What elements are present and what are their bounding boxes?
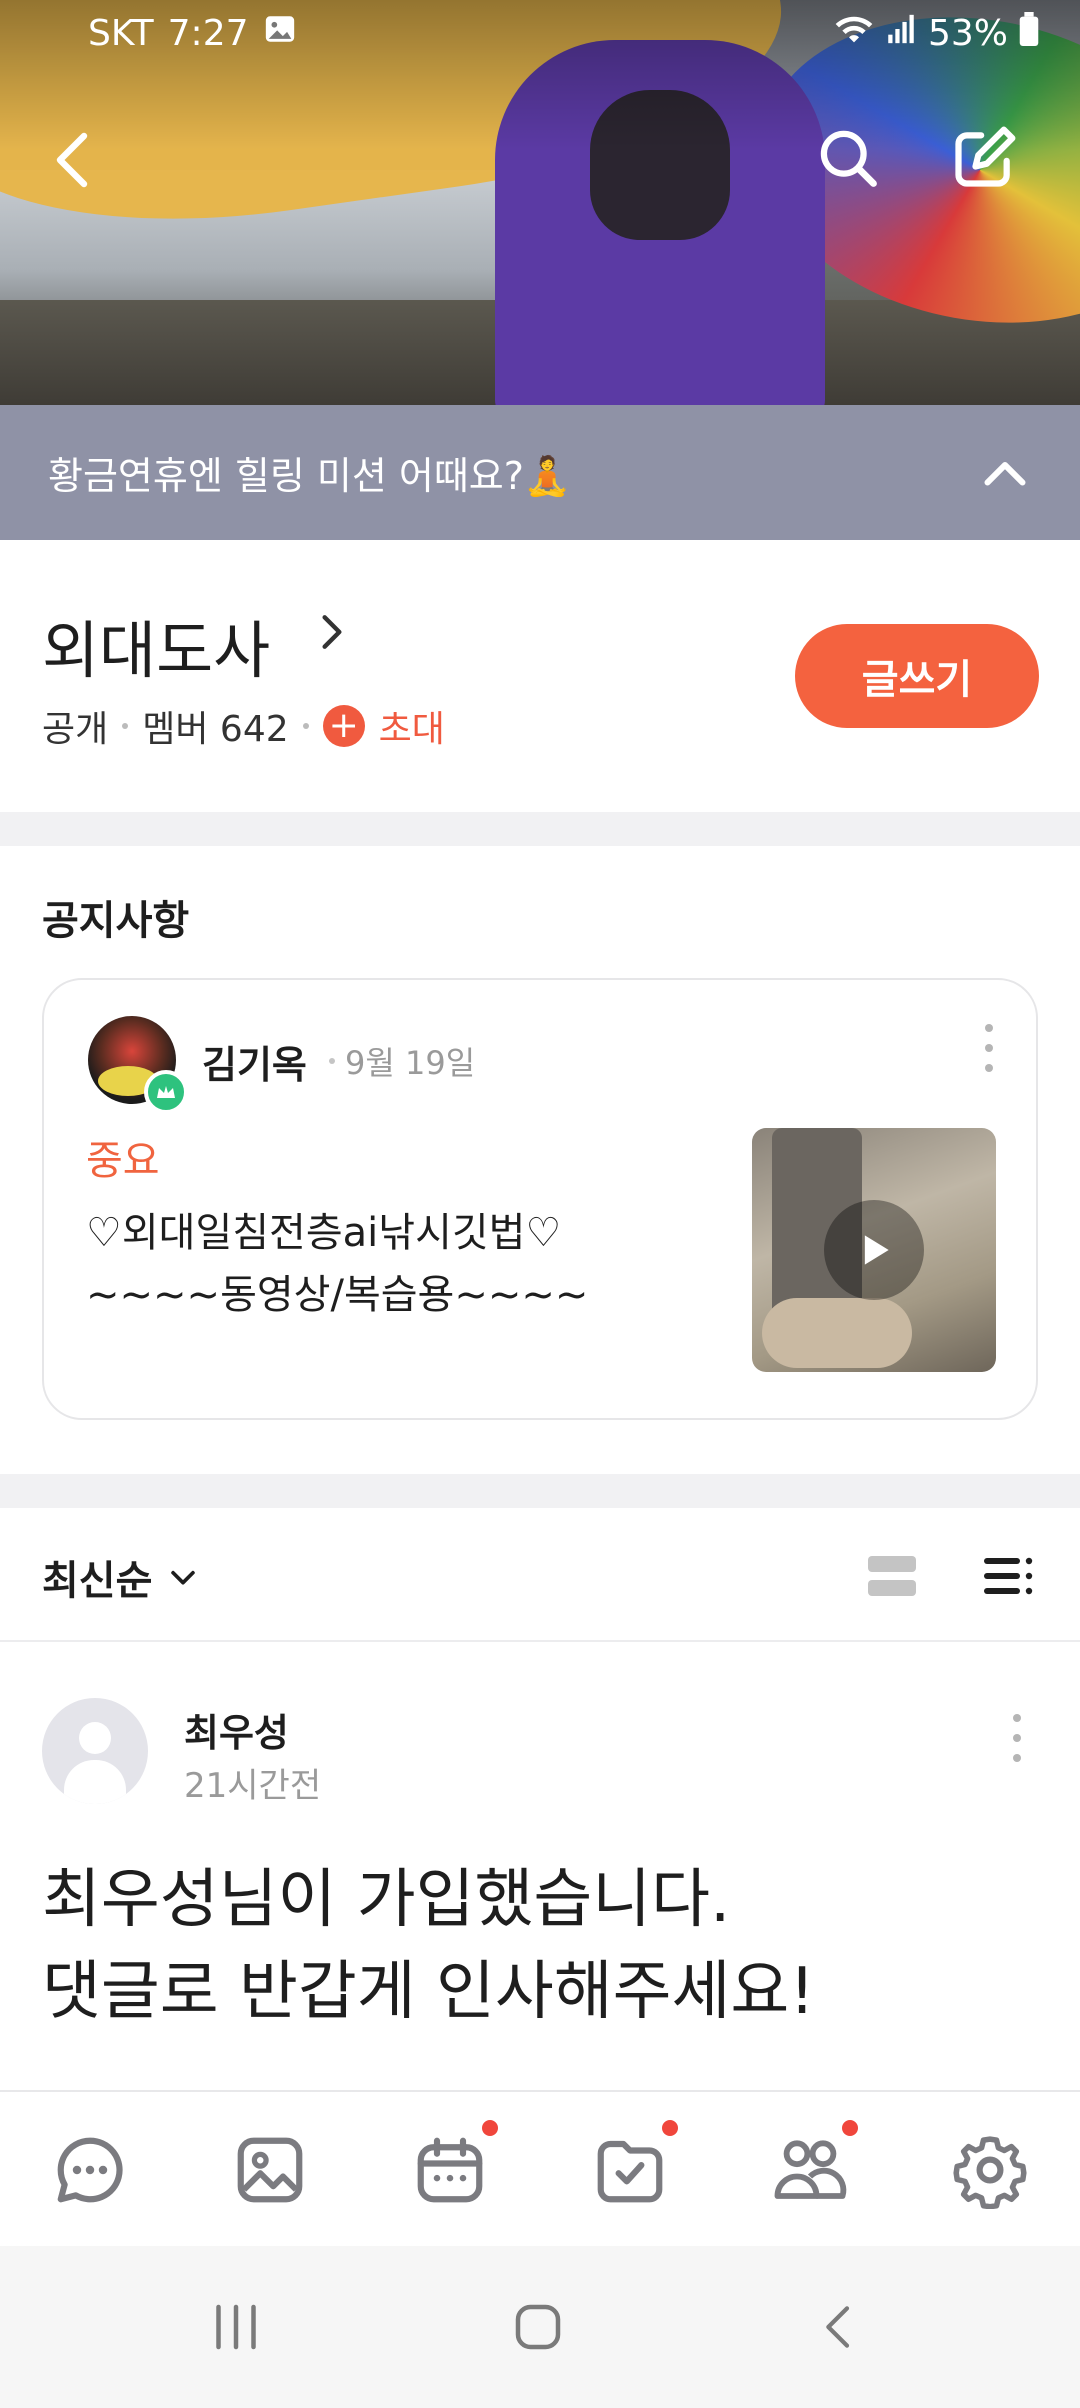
chevron-down-icon — [171, 1570, 196, 1585]
avatar[interactable] — [42, 1698, 148, 1804]
home-icon[interactable] — [498, 2292, 578, 2362]
tab-chat[interactable] — [48, 2128, 132, 2212]
section-divider — [0, 812, 1080, 846]
video-thumbnail[interactable] — [752, 1128, 996, 1372]
back-nav-icon[interactable] — [800, 2292, 880, 2362]
post-body-line1[interactable]: 최우성님이 가입했습니다. — [42, 1848, 730, 1940]
wifi-icon — [834, 12, 874, 55]
tab-members[interactable] — [768, 2120, 858, 2212]
chevron-up-icon[interactable] — [975, 445, 1035, 505]
system-nav-bar — [0, 2246, 1080, 2408]
settings-icon — [953, 2136, 1027, 2209]
battery-icon — [1018, 12, 1040, 55]
invite-link[interactable]: 초대 — [379, 700, 445, 752]
search-button[interactable] — [808, 118, 888, 198]
notice-section-title: 공지사항 — [42, 898, 190, 944]
crown-icon — [144, 1070, 188, 1114]
image-notification-icon — [263, 12, 297, 55]
status-bar: SKT 7:27 53% — [0, 0, 1080, 70]
signal-icon — [884, 12, 918, 55]
members-icon — [774, 2140, 847, 2199]
battery-percent: 53% — [927, 13, 1008, 54]
notification-badge — [842, 2120, 858, 2136]
post-author[interactable]: 최우성 — [184, 1702, 289, 1757]
post-body-line2[interactable]: 댓글로 반갑게 인사해주세요! — [42, 1940, 815, 2032]
more-options-icon[interactable] — [1002, 1708, 1032, 1768]
chat-icon — [57, 2137, 123, 2203]
clock: 7:27 — [167, 13, 249, 54]
sort-label: 최신순 — [42, 1558, 153, 1604]
cafe-meta: 공개 멤버 642 + 초대 — [42, 700, 445, 752]
play-icon[interactable] — [824, 1200, 924, 1300]
more-options-icon[interactable] — [974, 1018, 1004, 1078]
back-button[interactable] — [32, 120, 112, 200]
recent-apps-icon[interactable] — [196, 2292, 276, 2362]
separator-dot — [122, 723, 129, 729]
bottom-tab-bar — [0, 2090, 1080, 2246]
todo-icon — [597, 2140, 663, 2203]
notice-date-wrap: 9월 19일 — [329, 1038, 475, 1084]
tab-todo[interactable] — [588, 2120, 678, 2212]
tab-calendar[interactable] — [408, 2120, 498, 2212]
notice-title-line2[interactable]: ~~~~동영상/복습용~~~~ — [86, 1262, 588, 1320]
sort-dropdown[interactable]: 최신순 — [42, 1548, 200, 1606]
notice-author[interactable]: 김기옥 — [202, 1034, 307, 1089]
app-screen: SKT 7:27 53% 황금연휴엔 힐링 미션 어때요?� — [0, 0, 1080, 2408]
gallery-icon — [237, 2137, 303, 2203]
separator-dot — [302, 723, 309, 729]
notice-card[interactable]: 김기옥 9월 19일 중요 ♡외대일침전층ai낚시깃법♡ ~~~~동영상/복습용… — [42, 978, 1038, 1420]
tab-settings[interactable] — [948, 2128, 1032, 2212]
chevron-right-icon[interactable] — [310, 610, 354, 654]
edit-button[interactable] — [944, 118, 1024, 198]
notice-title-line1[interactable]: ♡외대일침전층ai낚시깃법♡ — [86, 1200, 561, 1258]
calendar-icon — [417, 2137, 483, 2203]
promo-banner[interactable]: 황금연휴엔 힐링 미션 어때요?🧘 — [0, 405, 1080, 540]
notification-badge — [482, 2120, 498, 2136]
carrier-label: SKT — [88, 13, 154, 54]
separator-dot — [329, 1058, 335, 1064]
divider-line — [0, 1640, 1080, 1642]
card-view-icon[interactable] — [862, 1546, 922, 1606]
list-view-icon[interactable] — [978, 1546, 1038, 1606]
tab-gallery[interactable] — [228, 2128, 312, 2212]
notification-badge — [662, 2120, 678, 2136]
section-divider — [0, 1474, 1080, 1508]
notice-date: 9월 19일 — [345, 1044, 476, 1082]
notice-tag: 중요 — [86, 1138, 160, 1184]
plus-icon[interactable]: + — [322, 705, 365, 747]
member-count[interactable]: 멤버 642 — [142, 700, 288, 752]
write-post-button[interactable]: 글쓰기 — [795, 624, 1039, 728]
cafe-title[interactable]: 외대도사 — [42, 600, 270, 690]
banner-text: 황금연휴엔 힐링 미션 어때요?🧘 — [48, 454, 572, 498]
post-time: 21시간전 — [184, 1766, 322, 1806]
visibility-label: 공개 — [42, 709, 109, 750]
